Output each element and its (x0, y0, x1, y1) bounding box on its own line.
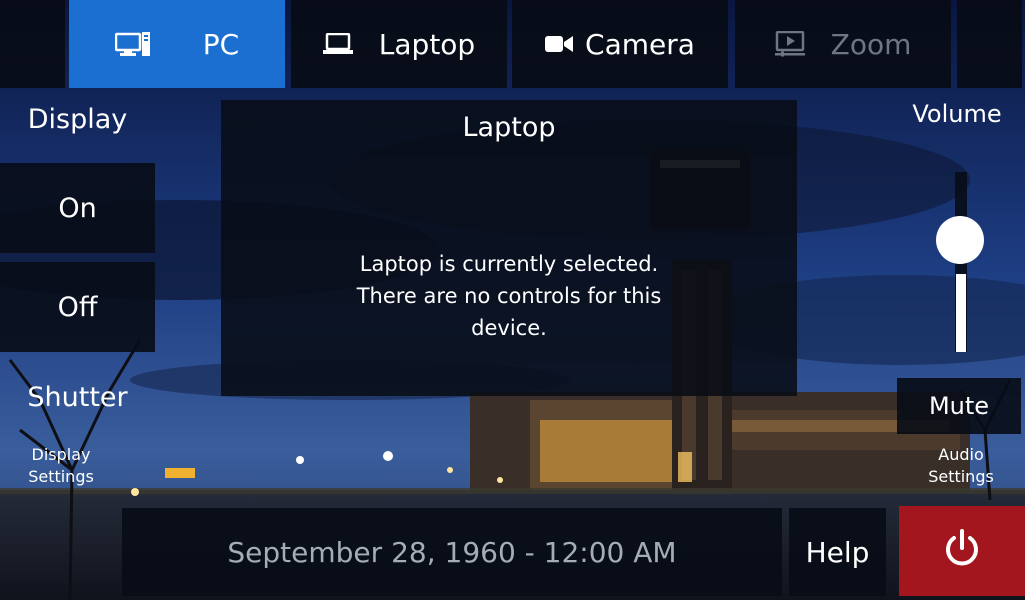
shutter-label: Shutter (27, 381, 128, 413)
source-message-line: There are no controls for this (356, 284, 662, 308)
source-message-line: device. (471, 316, 547, 340)
laptop-icon (322, 33, 353, 55)
tab-camera-label: Camera (585, 27, 695, 61)
source-message-line: Laptop is currently selected. (359, 252, 659, 276)
tab-camera[interactable]: Camera (512, 0, 728, 88)
source-tab-bar: PC Laptop Camera Zoom (0, 0, 1025, 88)
display-on-label: On (58, 192, 97, 224)
date-time-text: September 28, 1960 - 12:00 AM (227, 535, 677, 569)
tab-laptop-label: Laptop (378, 27, 476, 61)
audio-settings-line1: Audio (938, 445, 984, 464)
tab-zoom-label: Zoom (830, 27, 912, 61)
help-button[interactable]: Help (789, 508, 886, 596)
zoom-icon (774, 31, 805, 57)
source-message: Laptop is currently selected. There are … (319, 248, 699, 344)
pc-icon (114, 31, 151, 57)
shutter-button[interactable]: Shutter (0, 352, 155, 442)
power-button[interactable] (899, 506, 1025, 596)
tab-pc[interactable]: PC (69, 0, 285, 88)
display-settings-line2: Settings (28, 467, 94, 486)
power-icon (941, 528, 983, 574)
tab-pc-label: PC (202, 27, 240, 61)
volume-slider-thumb[interactable] (936, 216, 984, 264)
audio-settings-line2: Settings (928, 467, 994, 486)
topbar-spacer-right (957, 0, 1022, 88)
display-off-button[interactable]: Off (0, 262, 155, 352)
help-label: Help (805, 535, 870, 569)
display-settings-button[interactable]: Display Settings (0, 444, 122, 488)
display-off-label: Off (57, 291, 98, 323)
mute-button[interactable]: Mute (897, 378, 1021, 434)
topbar-spacer-left (0, 0, 65, 88)
mute-label: Mute (928, 392, 990, 420)
tab-laptop[interactable]: Laptop (291, 0, 507, 88)
display-settings-line1: Display (31, 445, 91, 464)
display-title: Display (27, 104, 128, 135)
display-on-button[interactable]: On (0, 163, 155, 253)
selected-source-title: Laptop (462, 112, 556, 143)
camera-icon (545, 34, 574, 54)
volume-slider-fill (956, 274, 966, 352)
source-info-panel: Laptop Laptop is currently selected. The… (221, 100, 797, 396)
volume-title: Volume (912, 100, 1002, 128)
tab-zoom[interactable]: Zoom (735, 0, 951, 88)
audio-settings-button[interactable]: Audio Settings (905, 444, 1017, 488)
date-time-display: September 28, 1960 - 12:00 AM (122, 508, 782, 596)
